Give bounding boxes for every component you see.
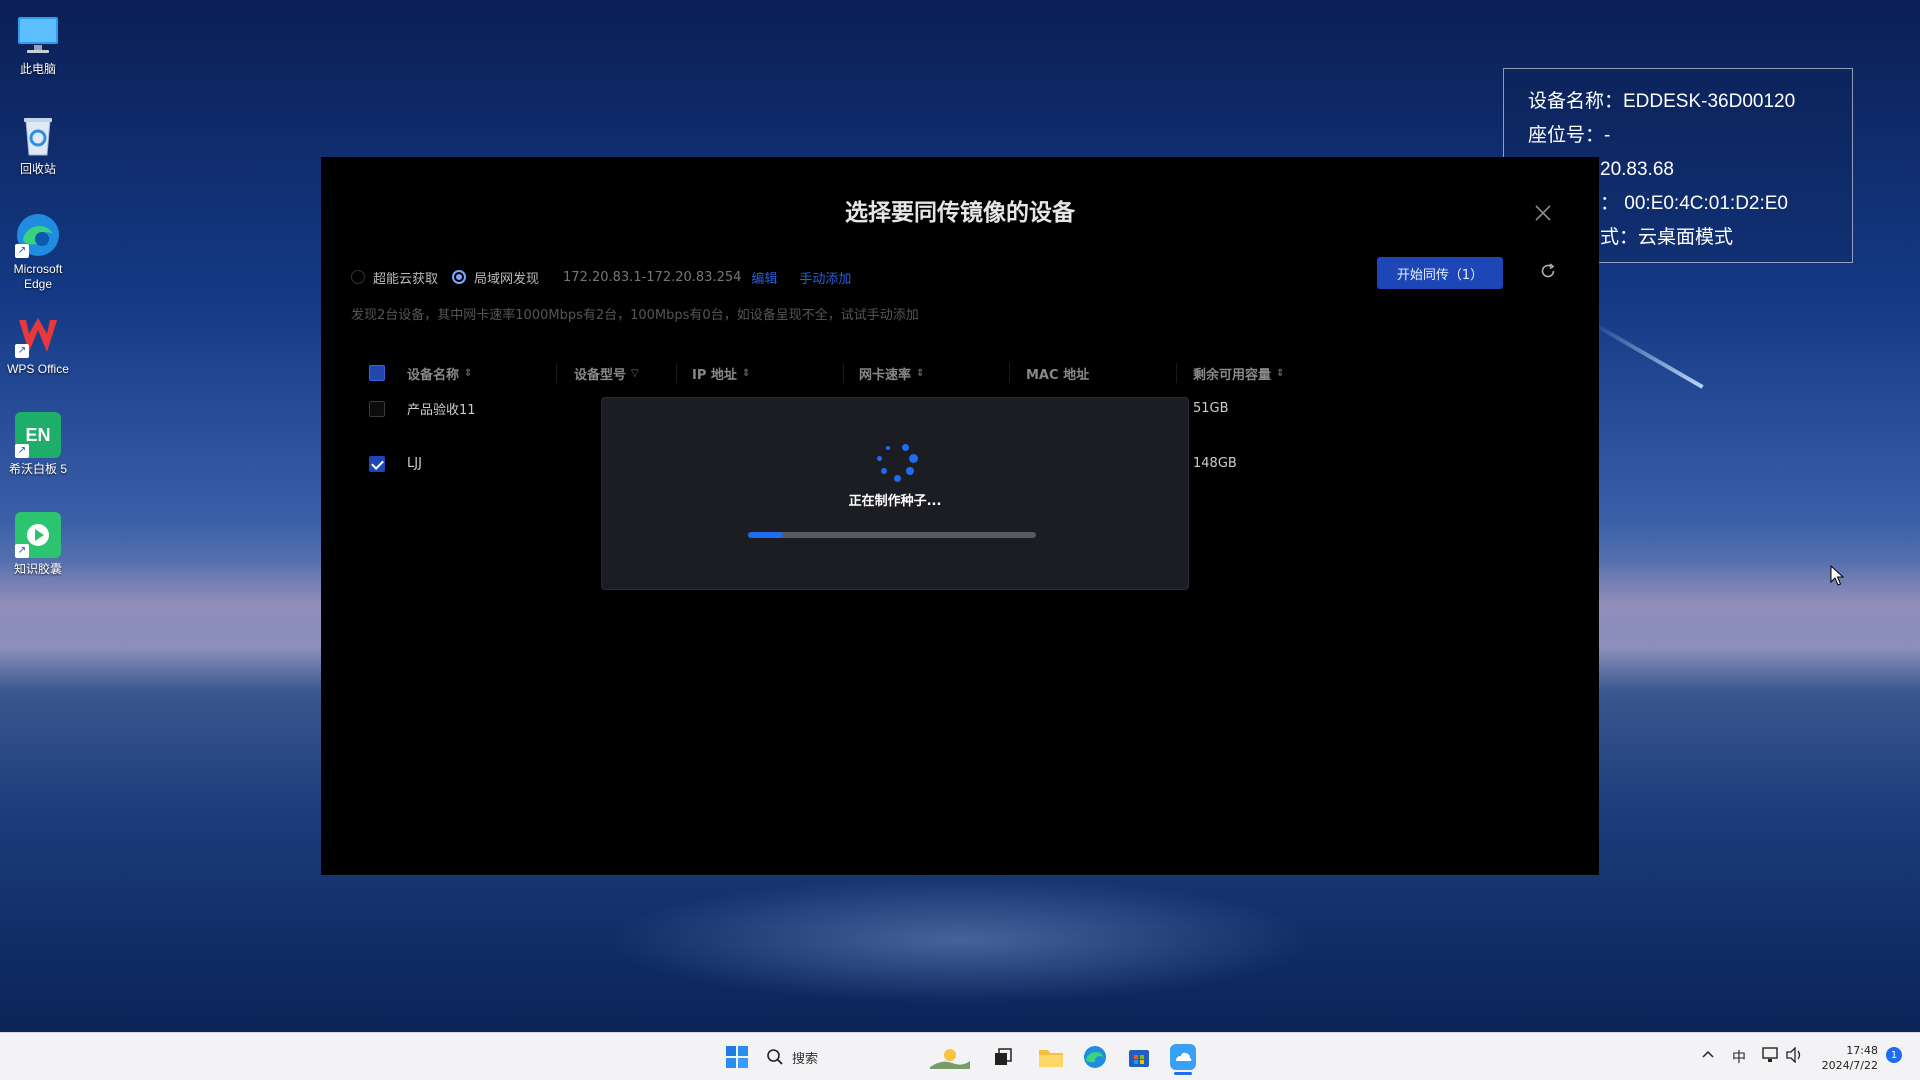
refresh-icon[interactable] <box>1536 261 1560 285</box>
shortcut-arrow-icon: ↗ <box>15 244 29 258</box>
info-line: 设备名称：EDDESK-36D00120 <box>1528 91 1796 112</box>
col-label: IP 地址 <box>692 367 737 383</box>
taskbar-search[interactable]: 搜索 <box>766 1041 976 1073</box>
desktop-icon-wps[interactable]: ↗ WPS Office <box>0 308 76 408</box>
search-placeholder: 搜索 <box>792 1051 819 1067</box>
col-label: MAC 地址 <box>1026 367 1090 383</box>
weather-landscape-icon <box>930 1049 970 1069</box>
edge-taskbar-icon[interactable] <box>1080 1042 1110 1072</box>
desktop-icon-label: 回收站 <box>19 162 56 176</box>
sort-icon: ⇕ <box>464 367 473 379</box>
select-all-checkbox[interactable] <box>369 365 385 381</box>
source-toolbar: 超能云获取 局域网发现 172.20.83.1-172.20.83.254 编辑… <box>351 265 851 289</box>
active-indicator <box>1174 1072 1192 1075</box>
store-icon[interactable] <box>1124 1042 1154 1072</box>
notification-badge[interactable]: 1 <box>1886 1047 1902 1063</box>
row-checkbox[interactable] <box>369 400 385 417</box>
col-label: 设备名称 <box>407 367 460 383</box>
desktop-icon-label: Microsoft Edge <box>13 262 63 291</box>
radio-dot <box>452 270 467 284</box>
desktop-icon-easinote[interactable]: EN ↗ 希沃白板 5 <box>0 408 76 508</box>
column-divider <box>843 363 844 383</box>
loading-spinner-icon <box>874 442 918 486</box>
device-name: 产品验收11 <box>407 403 476 418</box>
progress-bar-fill <box>748 532 783 538</box>
progress-modal: 正在制作种子... <box>601 397 1189 590</box>
recycle-bin-icon <box>15 112 61 158</box>
start-transfer-button[interactable]: 开始同传（1） <box>1377 257 1503 289</box>
row-checkbox[interactable] <box>369 455 385 472</box>
column-divider <box>1009 363 1010 383</box>
desktop-icons: 此电脑 回收站 ↗ Microsoft Edge ↗ WPS Office EN… <box>0 8 76 608</box>
wallpaper-light-streak <box>1589 320 1704 389</box>
sort-icon: ⇕ <box>1276 367 1285 379</box>
discovery-hint: 发现2台设备，其中网卡速率1000Mbps有2台，100Mbps有0台，如设备呈… <box>351 308 919 323</box>
clock-date: 2024/7/22 <box>1821 1059 1878 1072</box>
progress-label: 正在制作种子... <box>848 494 942 509</box>
radio-cloud-label: 超能云获取 <box>373 271 439 287</box>
ime-indicator[interactable]: 中 <box>1732 1047 1746 1067</box>
desktop-icon-edge[interactable]: ↗ Microsoft Edge <box>0 208 76 308</box>
shortcut-arrow-icon: ↗ <box>15 444 29 458</box>
column-divider <box>556 363 557 383</box>
device-capacity: 148GB <box>1193 456 1237 471</box>
filter-icon: ▽ <box>631 367 639 379</box>
radio-lan[interactable]: 局域网发现 <box>452 268 539 287</box>
sort-icon: ⇕ <box>741 367 751 379</box>
taskbar: 搜索 中 17:48 2024/7/22 1 <box>0 1032 1920 1080</box>
radio-cloud[interactable]: 超能云获取 <box>351 268 438 287</box>
easinote-icon: EN ↗ <box>15 412 61 458</box>
column-divider <box>676 363 677 383</box>
shortcut-arrow-icon: ↗ <box>15 344 29 358</box>
device-capacity: 51GB <box>1193 401 1229 416</box>
desktop-icon-label: 希沃白板 5 <box>8 462 67 476</box>
sort-icon: ⇕ <box>916 367 925 379</box>
clock-time: 17:48 <box>1846 1044 1878 1057</box>
device-name: LJJ <box>407 456 422 471</box>
show-hidden-icons[interactable] <box>1702 1048 1714 1062</box>
info-line: 座位号：- <box>1528 125 1611 146</box>
network-icon[interactable] <box>1762 1047 1780 1066</box>
dialog-title: 选择要同传镜像的设备 <box>845 200 1075 226</box>
knowledge-capsule-icon: ↗ <box>15 512 61 558</box>
column-divider <box>1176 363 1177 383</box>
desktop-icon-recycle-bin[interactable]: 回收站 <box>0 108 76 208</box>
shortcut-arrow-icon: ↗ <box>15 544 29 558</box>
desktop-icon-label: 此电脑 <box>19 62 56 76</box>
manual-add-link[interactable]: 手动添加 <box>799 268 851 287</box>
device-table: 设备名称 ⇕ 设备型号 ▽ IP 地址 ⇕ 网卡速率 ⇕ MAC 地址 剩余可用容量 ⇕ <box>351 353 1571 472</box>
desktop-icon-knowledge-capsule[interactable]: ↗ 知识胶囊 <box>0 508 76 608</box>
radio-lan-label: 局域网发现 <box>474 271 540 287</box>
col-label: 设备型号 <box>574 367 627 383</box>
computer-icon <box>15 12 61 58</box>
cloud-desktop-app-icon[interactable] <box>1168 1042 1198 1075</box>
close-icon[interactable] <box>1531 203 1555 227</box>
radio-dot <box>351 270 365 284</box>
edge-icon: ↗ <box>15 212 61 258</box>
taskbar-clock[interactable]: 17:48 2024/7/22 <box>1818 1043 1878 1073</box>
edit-link[interactable]: 编辑 <box>751 268 777 287</box>
file-explorer-icon[interactable] <box>1036 1042 1066 1072</box>
start-button[interactable] <box>722 1042 752 1072</box>
volume-icon[interactable] <box>1786 1046 1804 1066</box>
search-icon <box>767 1049 783 1065</box>
desktop-icon-this-pc[interactable]: 此电脑 <box>0 8 76 108</box>
ip-range: 172.20.83.1-172.20.83.254 <box>563 269 742 285</box>
mouse-cursor-icon <box>1830 565 1845 586</box>
desktop-icon-label: WPS Office <box>7 362 69 376</box>
wps-icon: ↗ <box>15 312 61 358</box>
col-label: 网卡速率 <box>859 367 912 383</box>
desktop-icon-label: 知识胶囊 <box>13 562 62 576</box>
mirror-transfer-dialog: 选择要同传镜像的设备 超能云获取 局域网发现 172.20.83.1-172.2… <box>321 157 1599 875</box>
task-view-icon[interactable] <box>988 1042 1018 1072</box>
col-label: 剩余可用容量 <box>1193 367 1272 383</box>
progress-bar <box>748 532 1036 538</box>
